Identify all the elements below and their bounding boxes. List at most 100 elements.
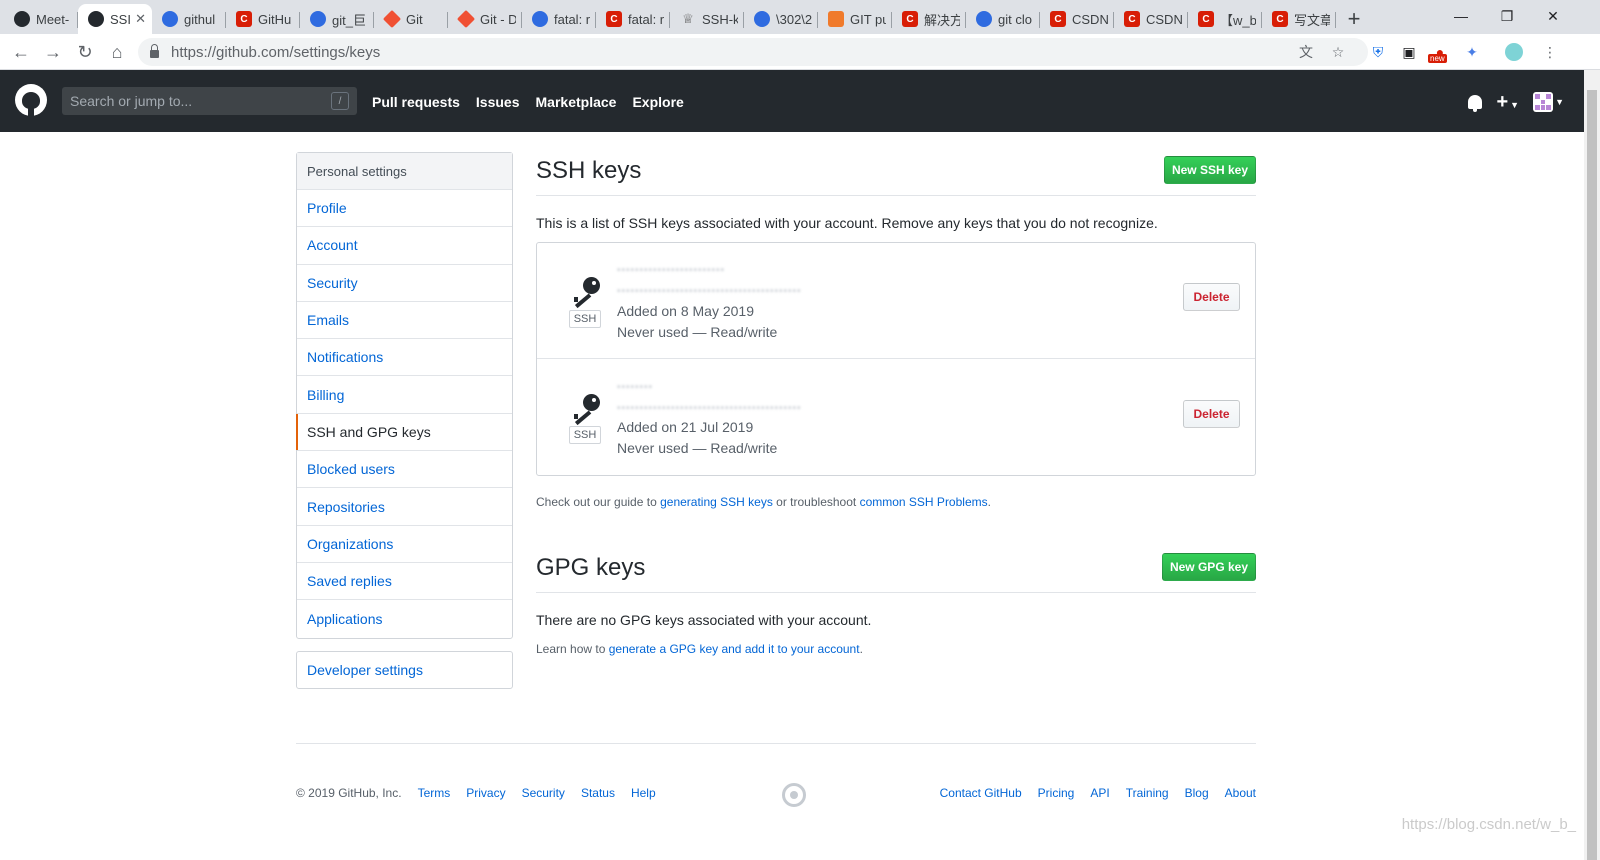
csdn-icon: C: [1124, 11, 1140, 27]
user-menu[interactable]: ▼: [1533, 92, 1564, 112]
url-text: https://github.com/settings/keys: [171, 43, 381, 61]
gpg-keys-title: GPG keys: [536, 554, 646, 581]
common-ssh-problems-link[interactable]: common SSH Problems: [860, 495, 988, 509]
browser-tab[interactable]: Git - D: [448, 4, 522, 34]
browser-tab[interactable]: C 【w_b: [1188, 4, 1262, 34]
close-window-icon[interactable]: ✕: [1530, 0, 1576, 32]
sidebar-item-profile[interactable]: Profile: [297, 190, 512, 228]
footer-link-about[interactable]: About: [1225, 786, 1256, 800]
sidebar-item-billing[interactable]: Billing: [297, 376, 512, 414]
browser-tab[interactable]: git clo: [966, 4, 1040, 34]
tab-label: CSDN: [1072, 11, 1108, 27]
tab-label: Git - D: [480, 11, 516, 27]
footer-left: © 2019 GitHub, Inc. Terms Privacy Securi…: [296, 786, 656, 800]
key-added-date: Added on 21 Jul 2019: [617, 419, 754, 435]
browser-tab[interactable]: Cfatal: r: [596, 4, 670, 34]
footer-link-blog[interactable]: Blog: [1185, 786, 1209, 800]
bird-extension-icon[interactable]: ✦: [1462, 42, 1482, 62]
header-actions: + ▼ ▼: [1468, 92, 1564, 112]
nav-marketplace[interactable]: Marketplace: [536, 94, 617, 110]
browser-tab[interactable]: C 写文章: [1262, 4, 1336, 34]
sidebar-item-developer-settings[interactable]: Developer settings: [296, 651, 513, 689]
back-icon[interactable]: ←: [8, 39, 34, 65]
ssh-key-row: SSH •••••••••••••••••••••••• •••••••••••…: [537, 243, 1255, 359]
menu-icon[interactable]: ⋮: [1540, 42, 1560, 62]
browser-tab[interactable]: SSI ✕: [78, 4, 152, 34]
ssh-keys-title: SSH keys: [536, 157, 642, 184]
browser-tab[interactable]: fatal: r: [522, 4, 596, 34]
shield-extension-icon[interactable]: ⛨: [1368, 42, 1388, 62]
delete-key-button[interactable]: Delete: [1183, 400, 1240, 428]
bookmark-star-icon[interactable]: ☆: [1328, 42, 1348, 62]
sidebar-item-blocked-users[interactable]: Blocked users: [297, 451, 512, 489]
footer-link-pricing[interactable]: Pricing: [1038, 786, 1075, 800]
browser-tab[interactable]: githul: [152, 4, 226, 34]
footer-link-terms[interactable]: Terms: [418, 786, 451, 800]
chevron-down-icon: ▼: [1555, 97, 1564, 107]
restore-icon[interactable]: ❐: [1484, 0, 1530, 32]
browser-tab[interactable]: C CSDN: [1114, 4, 1188, 34]
footer-link-status[interactable]: Status: [581, 786, 615, 800]
tab-label: 解决方: [924, 12, 960, 28]
tab-label: githul: [184, 11, 216, 27]
git-icon: [382, 9, 402, 29]
browser-tab[interactable]: C CSDN: [1040, 4, 1114, 34]
forward-icon[interactable]: →: [40, 39, 66, 65]
notifications-bell-icon[interactable]: [1468, 95, 1483, 112]
browser-tab[interactable]: ♕ SSH-k: [670, 4, 744, 34]
new-ssh-key-button[interactable]: New SSH key: [1164, 156, 1256, 184]
new-gpg-key-button[interactable]: New GPG key: [1162, 553, 1256, 581]
sidebar-item-account[interactable]: Account: [297, 227, 512, 265]
footer-link-privacy[interactable]: Privacy: [466, 786, 505, 800]
browser-tab[interactable]: \302\2: [744, 4, 818, 34]
generating-ssh-keys-link[interactable]: generating SSH keys: [660, 495, 773, 509]
home-icon[interactable]: ⌂: [104, 39, 130, 65]
generate-gpg-key-link[interactable]: generate a GPG key and add it to your ac…: [609, 642, 860, 656]
ssh-type-badge: SSH: [569, 310, 601, 328]
sidebar-item-saved-replies[interactable]: Saved replies: [297, 563, 512, 601]
fish-icon: ♕: [682, 11, 694, 26]
sidebar-item-repositories[interactable]: Repositories: [297, 488, 512, 526]
redacted-key-title: ••••••••••••••••••••••••: [617, 265, 726, 275]
close-tab-icon[interactable]: ✕: [135, 11, 146, 27]
translate-icon[interactable]: 文: [1296, 42, 1316, 62]
delete-key-button[interactable]: Delete: [1183, 283, 1240, 311]
reload-icon[interactable]: ↻: [72, 39, 98, 65]
footer-link-api[interactable]: API: [1090, 786, 1109, 800]
footer-link-contact[interactable]: Contact GitHub: [940, 786, 1022, 800]
sidebar-item-ssh-and-gpg-keys[interactable]: SSH and GPG keys: [296, 413, 512, 452]
nav-issues[interactable]: Issues: [476, 94, 520, 110]
nav-explore[interactable]: Explore: [632, 94, 683, 110]
github-footer-mark-icon[interactable]: [782, 783, 806, 807]
guide-mid: or troubleshoot: [776, 495, 857, 509]
sidebar-item-organizations[interactable]: Organizations: [297, 526, 512, 563]
search-input[interactable]: Search or jump to... /: [62, 87, 357, 115]
extension-icon[interactable]: ▣: [1399, 42, 1419, 62]
sidebar-item-applications[interactable]: Applications: [297, 600, 512, 637]
scrollbar-thumb[interactable]: [1587, 90, 1597, 860]
profile-icon[interactable]: [1504, 42, 1524, 62]
minimize-icon[interactable]: —: [1438, 0, 1484, 32]
create-new-menu[interactable]: + ▼: [1496, 90, 1519, 113]
csdn-extension-icon[interactable]: ● new: [1428, 42, 1450, 63]
browser-tab[interactable]: C GitHu: [226, 4, 300, 34]
footer-link-security[interactable]: Security: [522, 786, 565, 800]
browser-tab[interactable]: GIT pu: [818, 4, 892, 34]
sidebar-item-security[interactable]: Security: [297, 265, 512, 302]
settings-sidebar: Personal settings Profile Account Security…: [296, 152, 513, 639]
scrollbar[interactable]: [1584, 70, 1600, 860]
sidebar-item-emails[interactable]: Emails: [297, 302, 512, 340]
browser-tab[interactable]: Meet-: [4, 4, 78, 34]
github-logo-icon[interactable]: [15, 84, 47, 116]
plus-icon: +: [1496, 90, 1509, 113]
nav-pull-requests[interactable]: Pull requests: [372, 94, 460, 110]
new-tab-button[interactable]: +: [1336, 4, 1372, 34]
browser-tab[interactable]: C 解决方: [892, 4, 966, 34]
key-icon: [570, 277, 600, 309]
footer-link-training[interactable]: Training: [1126, 786, 1169, 800]
address-bar[interactable]: https://github.com/settings/keys: [138, 38, 1368, 66]
footer-link-help[interactable]: Help: [631, 786, 656, 800]
browser-tab[interactable]: git_巨: [300, 4, 374, 34]
browser-tab[interactable]: Git: [374, 4, 448, 34]
sidebar-item-notifications[interactable]: Notifications: [297, 339, 512, 377]
